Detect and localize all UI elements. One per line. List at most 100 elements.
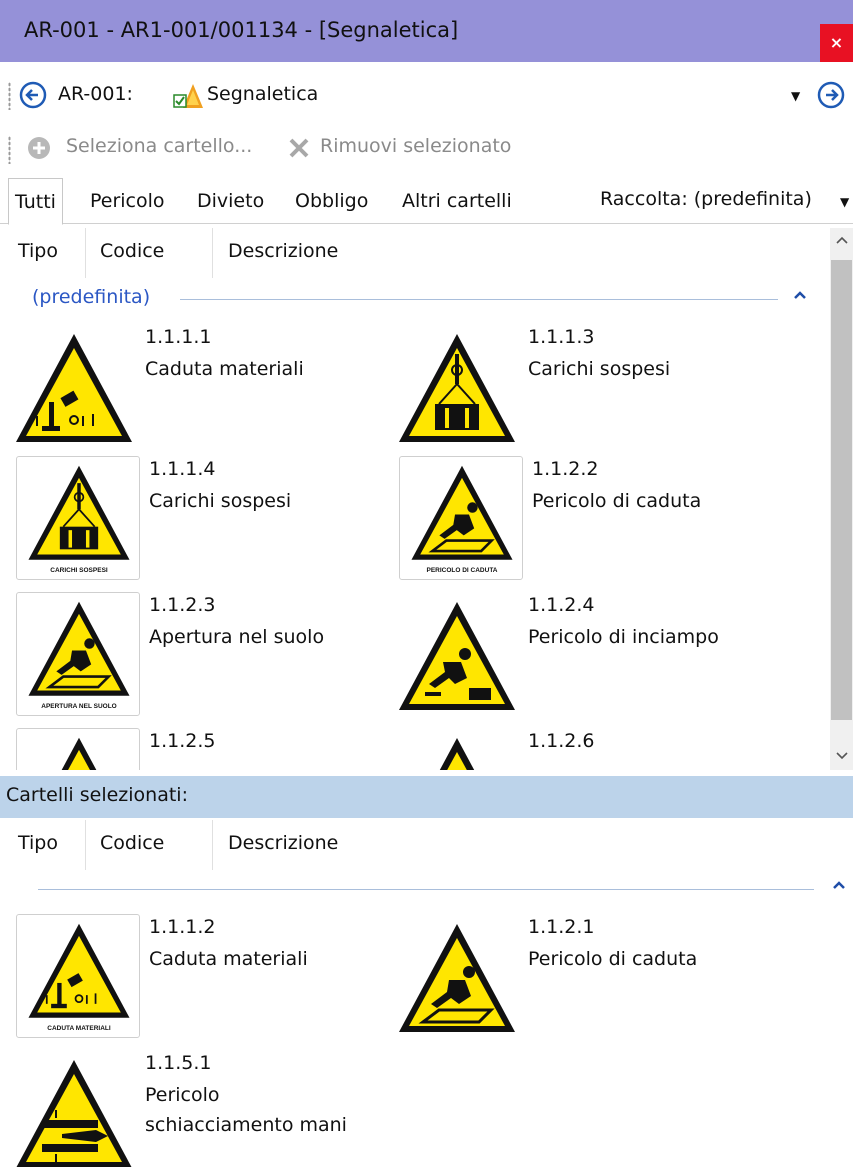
record-id-label: AR-001:: [58, 83, 133, 105]
column-header-descrizione[interactable]: Descrizione: [228, 832, 338, 854]
group-divider: [180, 299, 778, 300]
item-code: 1.1.2.6: [528, 730, 595, 752]
remove-icon[interactable]: [286, 135, 312, 161]
forward-arrow-icon[interactable]: [816, 80, 846, 110]
fall-hazard-icon: PERICOLO DI CADUTA: [399, 456, 523, 580]
list-item[interactable]: 1.1.1.1 Caduta materiali: [12, 324, 392, 454]
warning-triangle-icon: [16, 728, 140, 770]
fall-hazard-icon: [399, 924, 515, 1032]
item-code: 1.1.1.4: [149, 458, 216, 480]
suspended-loads-icon: CARICHI SOSPESI: [16, 456, 140, 580]
column-header-codice[interactable]: Codice: [100, 832, 164, 854]
item-description: Pericolo di inciampo: [528, 626, 719, 648]
item-description: Carichi sospesi: [528, 358, 671, 380]
list-item[interactable]: 1.1.2.1 Pericolo di caduta: [395, 914, 775, 1044]
vertical-scrollbar[interactable]: [830, 228, 853, 770]
window-titlebar: AR-001 - AR1-001/001134 - [Segnaletica] …: [0, 0, 853, 62]
group-name: (predefinita): [32, 286, 151, 308]
collapse-chevron-icon[interactable]: [832, 878, 846, 892]
list-item[interactable]: 1.1.5.1 Pericolo schiacciamento mani: [12, 1050, 392, 1167]
item-description: Pericolo di caduta: [532, 490, 702, 512]
tab-altri-cartelli[interactable]: Altri cartelli: [402, 190, 512, 212]
list-item[interactable]: CARICHI SOSPESI 1.1.1.4 Carichi sospesi: [16, 456, 396, 586]
sign-catalog-list[interactable]: Tipo Codice Descrizione (predefinita) 1.…: [0, 228, 830, 770]
list-item[interactable]: 1.1.2.4 Pericolo di inciampo: [395, 592, 775, 722]
item-description: Pericolo di caduta: [528, 948, 698, 970]
item-code: 1.1.2.2: [532, 458, 599, 480]
signage-icon: [173, 84, 203, 108]
item-code: 1.1.1.1: [145, 326, 212, 348]
list-item[interactable]: APERTURA NEL SUOLO 1.1.2.3 Apertura nel …: [16, 592, 396, 722]
selected-signs-list[interactable]: Tipo Codice Descrizione CADUTA MATERIALI…: [0, 818, 853, 1167]
column-header-tipo[interactable]: Tipo: [18, 240, 58, 262]
section-selector-value: Segnaletica: [207, 83, 319, 105]
hand-crush-icon: [16, 1060, 132, 1167]
collapse-chevron-icon[interactable]: [793, 288, 807, 302]
column-header-row: Tipo Codice Descrizione: [0, 820, 830, 870]
collection-selector[interactable]: Raccolta: (predefinita): [600, 188, 812, 210]
column-divider[interactable]: [212, 228, 213, 278]
sign-caption: APERTURA NEL SUOLO: [41, 703, 117, 710]
item-code: 1.1.1.3: [528, 326, 595, 348]
category-tabs: Tutti Pericolo Divieto Obbligo Altri car…: [0, 178, 853, 225]
item-description-line-1: Pericolo: [145, 1084, 220, 1106]
list-item[interactable]: 1.1.2.6: [395, 728, 775, 770]
select-sign-button[interactable]: Seleziona cartello...: [66, 135, 252, 157]
column-header-row: Tipo Codice Descrizione: [0, 228, 830, 278]
close-button[interactable]: ×: [820, 24, 853, 62]
item-code: 1.1.1.2: [149, 916, 216, 938]
suspended-loads-icon: [399, 334, 515, 442]
item-description: Caduta materiali: [145, 358, 304, 380]
sign-caption: CARICHI SOSPESI: [50, 567, 108, 574]
chevron-down-icon[interactable]: ▼: [791, 89, 800, 103]
list-item[interactable]: 1.1.1.3 Carichi sospesi: [395, 324, 775, 454]
list-item[interactable]: PERICOLO DI CADUTA 1.1.2.2 Pericolo di c…: [399, 456, 779, 586]
list-item[interactable]: 1.1.2.5: [16, 728, 396, 770]
scroll-up-icon[interactable]: [835, 234, 849, 248]
item-description: Apertura nel suolo: [149, 626, 325, 648]
item-description: Carichi sospesi: [149, 490, 292, 512]
item-code: 1.1.2.3: [149, 594, 216, 616]
add-icon[interactable]: [26, 135, 52, 161]
item-code: 1.1.2.4: [528, 594, 595, 616]
navigation-bar: AR-001: Segnaletica ▼: [0, 68, 853, 124]
sign-caption: PERICOLO DI CADUTA: [426, 567, 498, 574]
group-divider: [38, 889, 814, 890]
window-title: AR-001 - AR1-001/001134 - [Segnaletica]: [24, 18, 459, 42]
column-header-descrizione[interactable]: Descrizione: [228, 240, 338, 262]
selected-signs-header: Cartelli selezionati:: [0, 776, 853, 818]
column-divider[interactable]: [85, 228, 86, 278]
item-code: 1.1.2.1: [528, 916, 595, 938]
toolbar-grip[interactable]: [8, 82, 11, 110]
group-header[interactable]: (predefinita): [0, 286, 830, 316]
selected-signs-title: Cartelli selezionati:: [6, 784, 188, 806]
section-selector[interactable]: Segnaletica ▼: [165, 76, 825, 116]
column-header-codice[interactable]: Codice: [100, 240, 164, 262]
toolbar-grip[interactable]: [8, 136, 11, 164]
list-item[interactable]: CADUTA MATERIALI 1.1.1.2 Caduta material…: [16, 914, 396, 1044]
scrollbar-thumb[interactable]: [831, 260, 852, 720]
item-code: 1.1.5.1: [145, 1052, 212, 1074]
column-divider[interactable]: [85, 820, 86, 870]
column-divider[interactable]: [212, 820, 213, 870]
trip-hazard-icon: [399, 602, 515, 710]
scroll-down-icon[interactable]: [835, 748, 849, 762]
action-toolbar: Seleziona cartello... Rimuovi selezionat…: [0, 126, 853, 172]
tab-obbligo[interactable]: Obbligo: [295, 190, 368, 212]
tab-tutti[interactable]: Tutti: [8, 178, 63, 225]
chevron-down-icon[interactable]: ▼: [840, 195, 849, 209]
warning-triangle-icon: [399, 738, 515, 770]
item-description: Caduta materiali: [149, 948, 308, 970]
tab-pericolo[interactable]: Pericolo: [90, 190, 165, 212]
remove-selected-button[interactable]: Rimuovi selezionato: [320, 135, 511, 157]
falling-materials-icon: CADUTA MATERIALI: [16, 914, 140, 1038]
floor-opening-icon: APERTURA NEL SUOLO: [16, 592, 140, 716]
group-header[interactable]: [0, 876, 853, 906]
item-code: 1.1.2.5: [149, 730, 216, 752]
column-header-tipo[interactable]: Tipo: [18, 832, 58, 854]
item-description-line-2: schiacciamento mani: [145, 1114, 347, 1136]
back-arrow-icon[interactable]: [18, 80, 48, 110]
falling-materials-icon: [16, 334, 132, 442]
tab-divieto[interactable]: Divieto: [197, 190, 264, 212]
sign-caption: CADUTA MATERIALI: [47, 1025, 111, 1032]
